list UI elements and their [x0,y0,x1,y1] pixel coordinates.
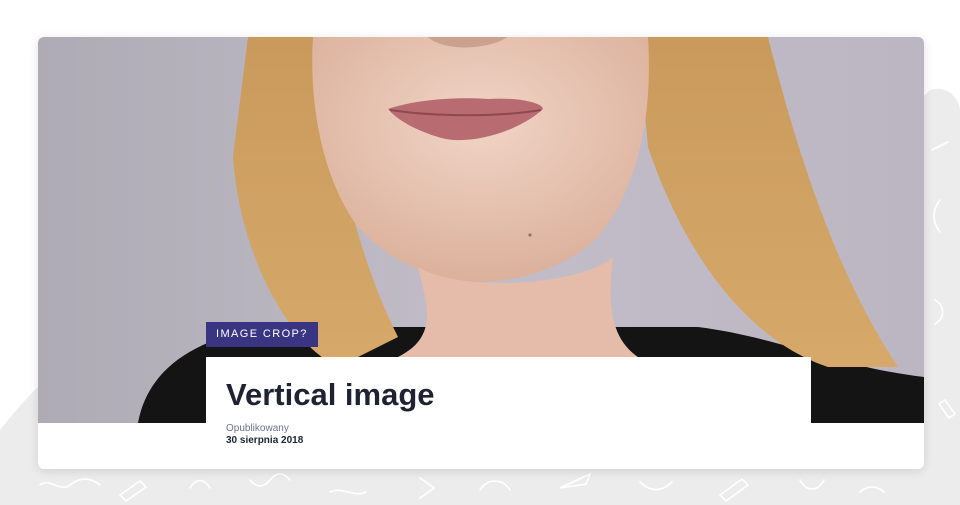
category-tag[interactable]: IMAGE CROP? [206,322,318,347]
published-date: 30 sierpnia 2018 [226,435,304,446]
title-box: Vertical image [206,357,811,423]
published-label: Opublikowany [226,423,289,434]
article-card[interactable]: IMAGE CROP? Vertical image Opublikowany … [38,37,924,469]
article-title[interactable]: Vertical image [226,377,435,413]
